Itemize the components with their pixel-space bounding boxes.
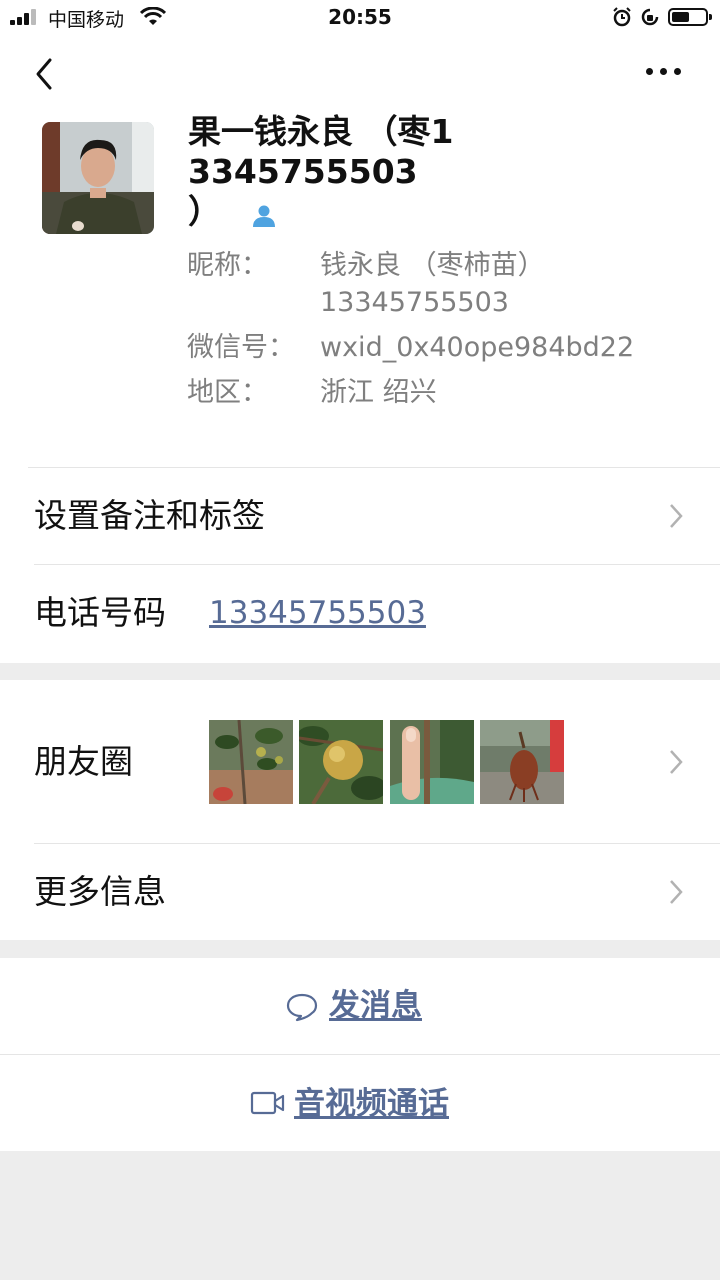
phone-label: 电话号码 [34, 593, 166, 632]
male-icon [253, 205, 275, 227]
more-options-icon[interactable] [642, 62, 686, 82]
nickname-value: 钱永良 （枣柿苗） [320, 250, 545, 281]
contact-name: 果一钱永良 （枣13345755503 [188, 112, 454, 191]
moments-photo [299, 720, 383, 804]
profile-panel: 果一钱永良 （枣13345755503 ） 昵称： 钱永良 （枣柿苗） 1334… [0, 36, 720, 663]
region-value: 浙江 绍兴 [320, 377, 437, 408]
wechat-id-value[interactable]: wxid_0x40ope984bd22 [320, 329, 634, 367]
contact-name-tail: ） [188, 192, 221, 231]
nickname-value-line2: 13345755503 [320, 287, 509, 318]
chat-bubble-icon [286, 993, 318, 1022]
moments-photo [390, 720, 474, 804]
send-message-label: 发消息 [329, 988, 422, 1024]
actions-section: 发消息 音视频通话 [0, 958, 720, 1151]
wechat-id-label: 微信号： [187, 332, 295, 363]
send-message-button[interactable]: 发消息 [0, 958, 720, 1054]
chevron-right-icon [670, 504, 683, 528]
orientation-lock-icon [641, 8, 659, 26]
more-info-row[interactable]: 更多信息 [0, 844, 720, 940]
moments-row[interactable]: 朋友圈 [0, 680, 720, 843]
video-call-label: 音视频通话 [294, 1086, 449, 1122]
video-call-button[interactable]: 音视频通话 [0, 1055, 720, 1151]
moments-photo [480, 720, 564, 804]
remark-tags-row[interactable]: 设置备注和标签 [0, 468, 720, 564]
moments-photo [209, 720, 293, 804]
video-camera-icon [250, 1091, 285, 1115]
chevron-right-icon [670, 750, 683, 774]
region-label: 地区： [187, 377, 268, 408]
alarm-icon [613, 7, 631, 27]
moments-section: 朋友圈 更多信息 [0, 680, 720, 940]
avatar[interactable] [42, 122, 154, 234]
phone-number-link[interactable]: 13345755503 [209, 593, 426, 633]
nickname-label: 昵称： [187, 250, 268, 281]
divider [34, 564, 720, 565]
back-arrow-icon[interactable] [28, 54, 62, 94]
status-bar: 中国移动 20:55 [0, 0, 720, 36]
more-info-label: 更多信息 [34, 872, 166, 911]
moments-label: 朋友圈 [34, 742, 133, 781]
battery-icon [668, 8, 712, 26]
remark-tags-label: 设置备注和标签 [34, 496, 265, 535]
chevron-right-icon [670, 880, 683, 904]
